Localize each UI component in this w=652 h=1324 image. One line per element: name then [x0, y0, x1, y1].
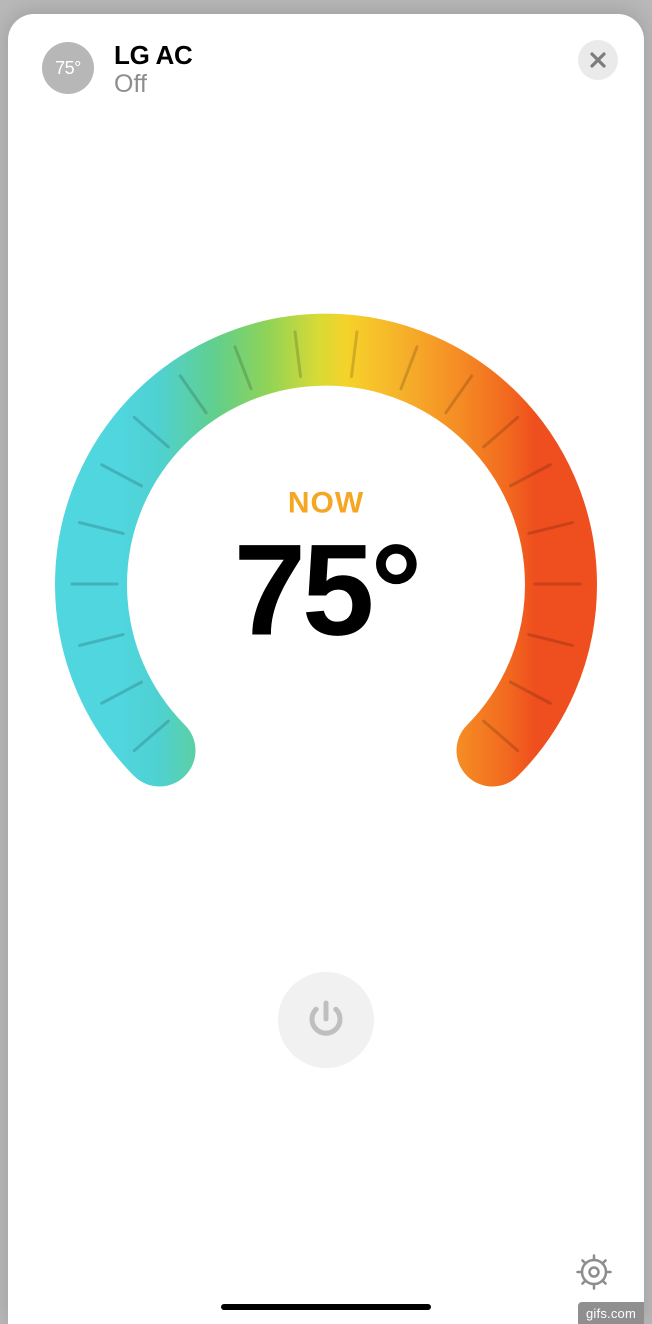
device-avatar-label: 75° — [55, 58, 81, 79]
close-button[interactable] — [578, 40, 618, 80]
now-label: NOW — [234, 487, 419, 521]
gear-icon — [574, 1252, 614, 1292]
watermark-text: gifs.com — [586, 1306, 636, 1321]
temperature-dial[interactable]: NOW 75° — [46, 304, 606, 864]
title-block: LG AC Off — [114, 40, 192, 99]
device-avatar[interactable]: 75° — [42, 42, 94, 94]
header: 75° LG AC Off — [8, 14, 644, 99]
thermostat-sheet: 75° LG AC Off — [8, 14, 644, 1324]
power-button[interactable] — [278, 972, 374, 1068]
home-indicator[interactable] — [221, 1304, 431, 1310]
dial-center: NOW 75° — [234, 487, 419, 655]
device-status: Off — [114, 70, 192, 99]
settings-button[interactable] — [570, 1248, 618, 1296]
power-icon — [303, 997, 349, 1043]
close-icon — [589, 51, 607, 69]
watermark: gifs.com — [578, 1302, 644, 1324]
device-title: LG AC — [114, 40, 192, 71]
temperature-value: 75° — [234, 525, 419, 655]
